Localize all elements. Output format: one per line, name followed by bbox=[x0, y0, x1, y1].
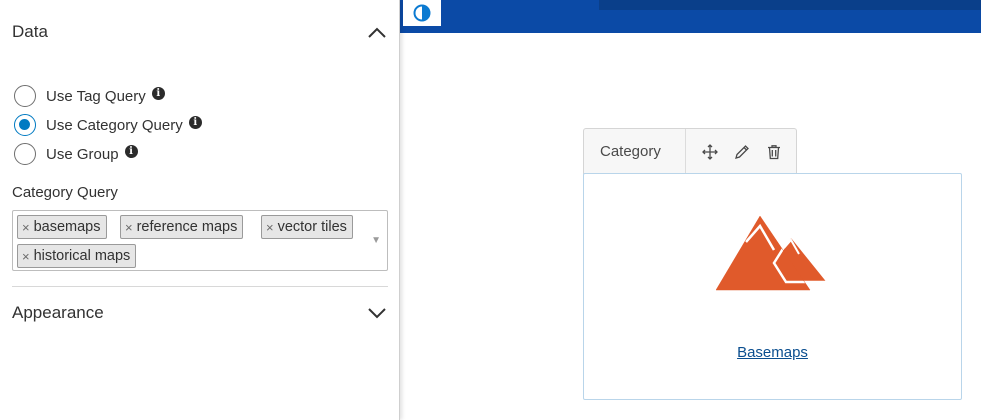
tag-query-radio[interactable] bbox=[14, 85, 36, 107]
tag-query-option[interactable]: Use Tag Query i bbox=[14, 85, 165, 107]
category-query-label: Use Category Query bbox=[46, 116, 183, 134]
dropdown-caret-icon[interactable]: ▼ bbox=[371, 235, 381, 246]
banner-title-area bbox=[599, 0, 981, 10]
group-radio[interactable] bbox=[14, 143, 36, 165]
category-query-radio[interactable] bbox=[14, 114, 36, 136]
toolbar-separator bbox=[685, 128, 686, 175]
category-card[interactable]: Basemaps bbox=[583, 173, 962, 400]
theme-toggle-button[interactable] bbox=[403, 0, 441, 26]
remove-tag-icon[interactable]: × bbox=[266, 220, 274, 235]
section-divider bbox=[12, 286, 388, 287]
tag-chip-label: vector tiles bbox=[277, 219, 347, 235]
widget-type-label: Category bbox=[600, 143, 661, 160]
tag-chip[interactable]: × historical maps bbox=[17, 244, 137, 268]
info-icon[interactable]: i bbox=[188, 115, 202, 129]
tag-chip[interactable]: × vector tiles bbox=[261, 215, 353, 239]
info-icon[interactable]: i bbox=[124, 144, 138, 158]
remove-tag-icon[interactable]: × bbox=[22, 249, 30, 264]
chevron-up-icon[interactable] bbox=[367, 22, 387, 42]
info-icon[interactable]: i bbox=[151, 86, 165, 100]
tag-chip-label: reference maps bbox=[136, 219, 238, 235]
mountain-icon bbox=[716, 215, 831, 291]
settings-panel: Data Use Tag Query i Use Category Query … bbox=[0, 0, 400, 420]
tag-chip[interactable]: × reference maps bbox=[120, 215, 244, 239]
remove-tag-icon[interactable]: × bbox=[22, 220, 30, 235]
category-name-link[interactable]: Basemaps bbox=[584, 344, 961, 361]
data-section-title: Data bbox=[12, 22, 48, 41]
tag-chip-label: historical maps bbox=[33, 248, 131, 264]
appearance-section-title: Appearance bbox=[12, 303, 104, 322]
chevron-down-icon[interactable] bbox=[367, 303, 387, 323]
widget-toolbar: Category bbox=[583, 128, 797, 175]
pencil-icon[interactable] bbox=[726, 136, 758, 168]
category-query-field-label: Category Query bbox=[12, 184, 118, 201]
category-query-option[interactable]: Use Category Query i bbox=[14, 114, 202, 136]
contrast-icon bbox=[413, 4, 431, 22]
remove-tag-icon[interactable]: × bbox=[125, 220, 133, 235]
data-section-header[interactable]: Data bbox=[12, 22, 387, 42]
tag-chip-label: basemaps bbox=[33, 219, 101, 235]
move-icon[interactable] bbox=[694, 136, 726, 168]
group-option[interactable]: Use Group i bbox=[14, 143, 138, 165]
group-label: Use Group bbox=[46, 145, 119, 163]
appearance-section-header[interactable]: Appearance bbox=[12, 303, 387, 323]
tag-chip[interactable]: × basemaps bbox=[17, 215, 107, 239]
tag-query-label: Use Tag Query bbox=[46, 87, 146, 105]
trash-icon[interactable] bbox=[758, 136, 790, 168]
category-query-input[interactable]: × basemaps × reference maps × vector til… bbox=[12, 210, 388, 271]
